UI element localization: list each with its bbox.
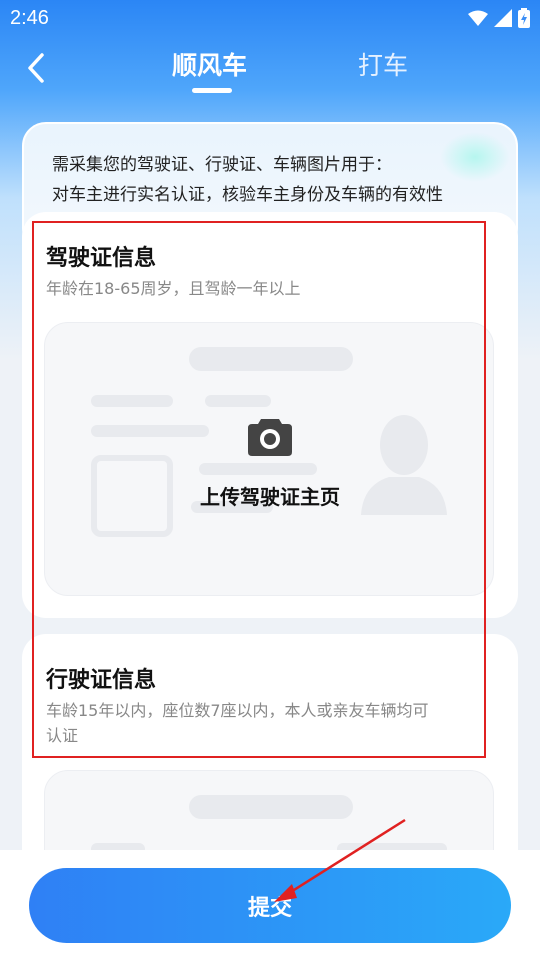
top-nav: 顺风车 打车 [0, 40, 540, 100]
active-tab-indicator [192, 88, 232, 93]
signal-icon [494, 9, 512, 27]
driver-license-title: 驾驶证信息 [46, 246, 157, 271]
driver-license-subtitle: 年龄在18-65周岁，且驾龄一年以上 [46, 279, 301, 298]
notice-text-line2: 对车主进行实名认证，核验车主身份及车辆的有效性 [52, 185, 443, 205]
upload-driver-license-label: 上传驾驶证主页 [200, 485, 340, 509]
tab-shunfengche[interactable]: 顺风车 [172, 46, 247, 82]
vehicle-license-title: 行驶证信息 [46, 668, 157, 693]
vehicle-license-subtitle-line1: 车龄15年以内，座位数7座以内，本人或亲友车辆均可 [46, 701, 429, 720]
placeholder-bar [205, 395, 271, 407]
placeholder-bar [189, 795, 353, 819]
decorative-glow [440, 132, 510, 182]
placeholder-bar [199, 463, 317, 475]
status-icons [468, 8, 530, 28]
back-button[interactable] [18, 50, 54, 86]
status-bar: 2:46 [0, 0, 540, 36]
status-time: 2:46 [10, 6, 49, 29]
placeholder-bar [91, 425, 209, 437]
camera-icon [248, 419, 292, 456]
upload-driver-license[interactable]: 上传驾驶证主页 [44, 322, 494, 596]
tab-dache[interactable]: 打车 [358, 46, 408, 82]
chevron-left-icon [28, 53, 44, 83]
battery-icon [518, 8, 530, 28]
driver-license-card: 驾驶证信息 年龄在18-65周岁，且驾龄一年以上 上传驾驶证主页 [22, 212, 518, 618]
placeholder-bar [189, 347, 353, 371]
wifi-icon [468, 10, 488, 26]
notice-text-line1: 需采集您的驾驶证、行驶证、车辆图片用于： [52, 155, 392, 175]
submit-button[interactable]: 提交 [29, 868, 511, 943]
vehicle-license-subtitle-line2: 认证 [46, 726, 79, 745]
placeholder-bar [91, 395, 173, 407]
